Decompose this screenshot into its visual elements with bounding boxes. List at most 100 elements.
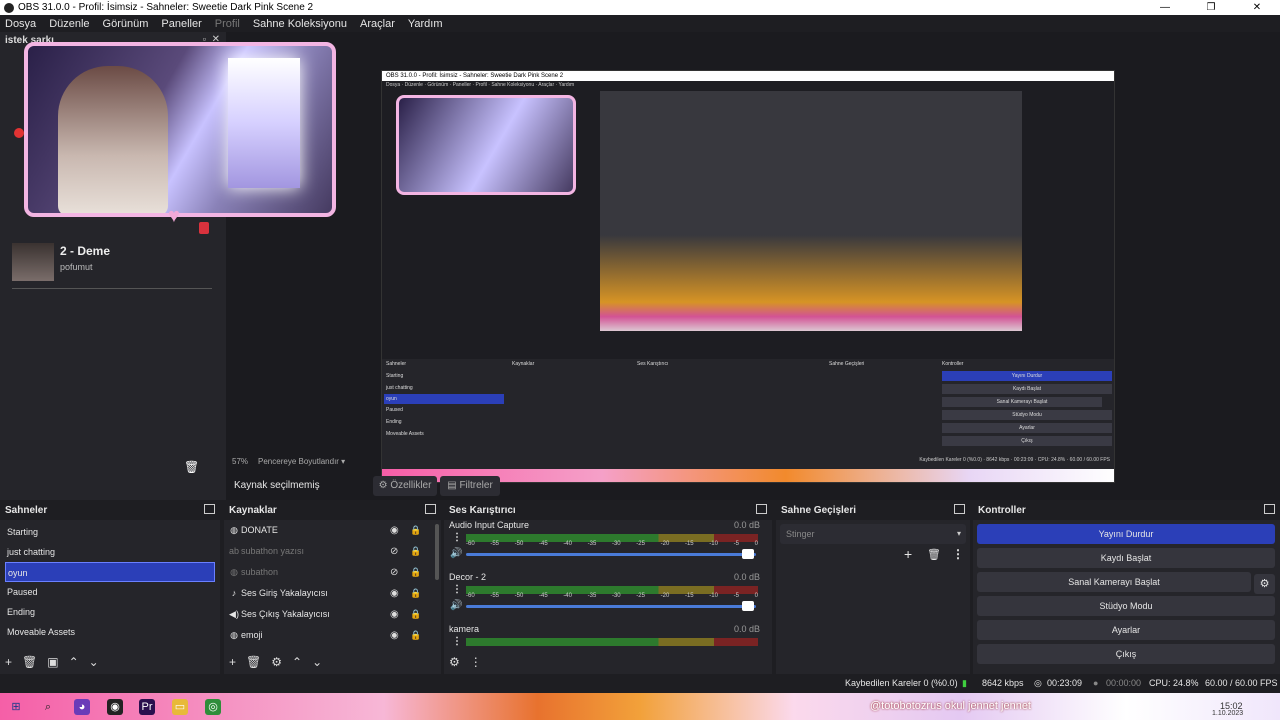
visibility-eye-icon[interactable]: ◉ xyxy=(390,583,399,604)
cpu-usage: CPU: 24.8% xyxy=(1149,678,1199,688)
menu-tools[interactable]: Araçlar xyxy=(360,18,395,30)
stop-streaming-button[interactable]: Yayını Durdur xyxy=(977,524,1275,544)
fps: 60.00 / 60.00 FPS xyxy=(1205,678,1278,688)
remove-source-icon[interactable]: 🗑 xyxy=(246,655,261,669)
transition-menu-icon[interactable]: ⋮ xyxy=(952,547,964,561)
obs-icon[interactable]: ◉ xyxy=(107,699,123,715)
globe-icon: ◍ xyxy=(230,567,238,577)
visibility-eye-icon[interactable]: ◉ xyxy=(390,604,399,625)
source-item[interactable]: ◍ emoji ◉ 🔒 xyxy=(224,625,441,646)
channel-name: Decor - 2 xyxy=(449,572,487,582)
start-recording-button[interactable]: Kaydı Başlat xyxy=(977,548,1275,568)
visibility-eye-icon[interactable]: ◉ xyxy=(390,520,399,541)
discord-icon[interactable]: ◕ xyxy=(74,699,90,715)
stream-ticker: @totobotozrus okul jennet jennet xyxy=(870,700,1031,712)
studio-mode-button[interactable]: Stüdyo Modu xyxy=(977,596,1275,616)
channel-menu-icon[interactable]: ⋮ xyxy=(452,584,462,595)
transition-select[interactable]: Stinger ▾ xyxy=(780,524,966,544)
undock-icon[interactable] xyxy=(756,504,767,514)
menu-edit[interactable]: Düzenle xyxy=(49,18,89,30)
pc-tower xyxy=(228,58,300,188)
signal-icon: ▮ xyxy=(962,678,967,688)
settings-button[interactable]: Ayarlar xyxy=(977,620,1275,640)
lock-icon[interactable]: 🔒 xyxy=(410,520,421,541)
add-transition-icon[interactable]: + xyxy=(904,546,912,562)
meter-ticks: -60 -55 -50 -45 -40 -35 -30 -25 -20 -15 -10 -5 0 xyxy=(466,593,758,599)
advanced-audio-icon[interactable]: ⚙ xyxy=(449,655,460,669)
lock-icon[interactable]: 🔒 xyxy=(410,625,421,646)
source-item[interactable]: ♪ Ses Giriş Yakalayıcısı ◉ 🔒 xyxy=(224,583,441,604)
sources-header: Kaynaklar xyxy=(224,502,441,520)
speaker-icon[interactable]: 🔊 xyxy=(450,548,462,559)
virtual-camera-settings-button[interactable]: ⚙ xyxy=(1254,574,1275,594)
exit-button[interactable]: Çıkış xyxy=(977,644,1275,664)
windows-start-icon[interactable]: ⊞ xyxy=(8,699,24,715)
remove-scene-icon[interactable]: 🗑 xyxy=(22,655,37,669)
lock-icon[interactable]: 🔒 xyxy=(410,583,421,604)
start-virtual-camera-button[interactable]: Sanal Kamerayı Başlat xyxy=(977,572,1251,592)
visibility-hidden-icon[interactable]: ⊘ xyxy=(390,562,398,583)
zoom-mode-select[interactable]: Pencereye Boyutlandır ▾ xyxy=(258,457,345,466)
channel-name: Audio Input Capture xyxy=(449,520,530,530)
menu-profile[interactable]: Profil xyxy=(215,18,240,30)
streamer-figure xyxy=(58,66,168,213)
scene-item[interactable]: just chatting xyxy=(0,542,220,562)
sources-scrollbar[interactable] xyxy=(435,524,439,580)
volume-slider[interactable] xyxy=(466,605,756,608)
menu-scene-collection[interactable]: Sahne Koleksiyonu xyxy=(253,18,347,30)
source-item[interactable]: ab subathon yazısı ⊘ 🔒 xyxy=(224,541,441,562)
undock-icon[interactable] xyxy=(425,504,436,514)
scene-item[interactable]: Paused xyxy=(0,582,220,602)
undock-icon[interactable] xyxy=(1264,504,1275,514)
menu-file[interactable]: Dosya xyxy=(5,18,36,30)
properties-button[interactable]: ⚙ Özellikler xyxy=(373,476,437,496)
minimize-button[interactable]: — xyxy=(1142,0,1188,15)
menu-help[interactable]: Yardım xyxy=(408,18,443,30)
lock-icon[interactable]: 🔒 xyxy=(410,562,421,583)
lock-icon[interactable]: 🔒 xyxy=(410,604,421,625)
folder-icon[interactable]: ▭ xyxy=(172,699,188,715)
move-up-icon[interactable]: ⌃ xyxy=(69,655,79,669)
move-up-icon[interactable]: ⌃ xyxy=(292,655,302,669)
undock-icon[interactable] xyxy=(954,504,965,514)
channel-menu-icon[interactable]: ⋮ xyxy=(452,532,462,543)
move-down-icon[interactable]: ⌄ xyxy=(312,655,322,669)
move-down-icon[interactable]: ⌄ xyxy=(89,655,99,669)
volume-slider[interactable] xyxy=(466,553,756,556)
visibility-eye-icon[interactable]: ◉ xyxy=(390,625,399,646)
sources-toolbar: + 🗑 ⚙ ⌃ ⌄ xyxy=(224,650,441,674)
scene-item[interactable]: Ending xyxy=(0,602,220,622)
source-item[interactable]: ◍ subathon ⊘ 🔒 xyxy=(224,562,441,583)
scene-item[interactable]: Moveable Assets xyxy=(0,622,220,642)
maximize-button[interactable]: ❐ xyxy=(1188,0,1234,15)
slider-handle[interactable] xyxy=(742,601,754,611)
channel-db: 0.0 dB xyxy=(733,520,760,530)
mixer-menu-icon[interactable]: ⋮ xyxy=(470,655,482,669)
camera-source xyxy=(24,42,336,217)
undock-icon[interactable] xyxy=(204,504,215,514)
red-marker-icon xyxy=(199,222,209,234)
close-button[interactable]: ✕ xyxy=(1234,0,1280,15)
scene-item-selected[interactable]: oyun xyxy=(5,562,215,582)
search-icon[interactable]: ⌕ xyxy=(40,699,56,715)
no-source-label: Kaynak seçilmemiş xyxy=(234,480,320,491)
filters-button[interactable]: ▤ Filtreler xyxy=(440,476,500,496)
remove-transition-icon[interactable]: 🗑 xyxy=(927,548,941,561)
premiere-icon[interactable]: Pr xyxy=(139,699,155,715)
scene-filters-icon[interactable]: ▣ xyxy=(47,655,58,669)
menu-view[interactable]: Görünüm xyxy=(103,18,149,30)
add-scene-icon[interactable]: + xyxy=(5,655,12,669)
source-properties-icon[interactable]: ⚙ xyxy=(271,655,282,669)
visibility-hidden-icon[interactable]: ⊘ xyxy=(390,541,398,562)
scene-item[interactable]: Starting xyxy=(0,522,220,542)
slider-handle[interactable] xyxy=(742,549,754,559)
source-item[interactable]: ◀) Ses Çıkış Yakalayıcısı ◉ 🔒 xyxy=(224,604,441,625)
lock-icon[interactable]: 🔒 xyxy=(410,541,421,562)
speaker-icon[interactable]: 🔊 xyxy=(450,600,462,611)
channel-menu-icon[interactable]: ⋮ xyxy=(452,636,462,647)
menu-docks[interactable]: Paneller xyxy=(161,18,201,30)
chrome-icon[interactable]: ◎ xyxy=(205,699,221,715)
source-item[interactable]: ◍ DONATE ◉ 🔒 xyxy=(224,520,441,541)
mixer-channel: Audio Input Capture 0.0 dB ⋮ -60 -55 -50 -4… xyxy=(444,520,772,572)
add-source-icon[interactable]: + xyxy=(229,655,236,669)
